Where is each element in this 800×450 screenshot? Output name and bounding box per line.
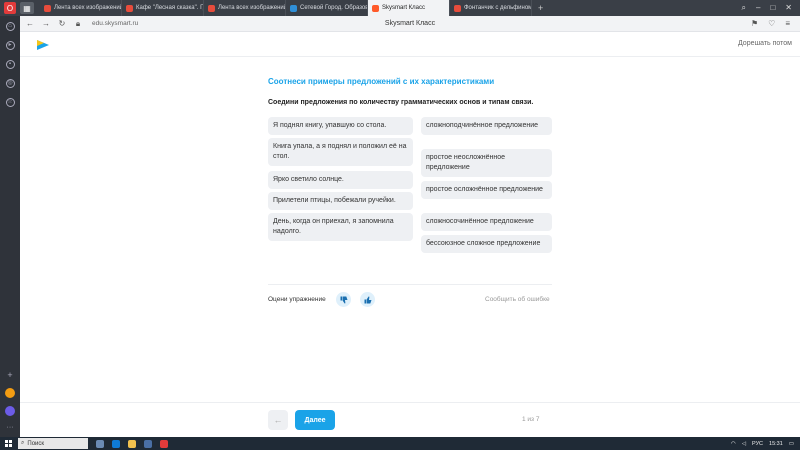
sentence-card[interactable]: День, когда он приехал, я запомнила надо… [268, 213, 413, 241]
vpn-icon[interactable]: ◎ [5, 79, 15, 88]
browser-tab[interactable]: Сетевой Город. Образов [286, 0, 368, 16]
sentence-card[interactable]: Прилетели птицы, побежали ручейки. [268, 192, 413, 210]
sentence-card[interactable]: Я поднял книгу, упавшую со стола. [268, 117, 413, 135]
home-icon[interactable]: ⌂ [5, 22, 15, 31]
system-tray: ◠ ◁ РУС 15:31 ▭ [731, 441, 800, 447]
tab-label: Лента всех изображений [54, 5, 122, 11]
search-placeholder: Поиск [27, 440, 45, 447]
tab-label: Сетевой Город. Образов [300, 5, 368, 11]
tab-favicon-icon [454, 4, 461, 12]
sentence-card[interactable]: Книга упала, а я поднял и положил её на … [268, 138, 413, 166]
tab-label: Фонтанчик с дельфином [464, 5, 532, 11]
store-icon[interactable] [144, 439, 152, 448]
wifi-icon[interactable]: ◠ [731, 441, 736, 447]
thumbs-down-icon [340, 296, 347, 303]
notifications-icon[interactable]: ▭ [789, 441, 794, 447]
edge-icon[interactable] [112, 439, 120, 448]
clock[interactable]: 15:31 [769, 441, 783, 447]
volume-icon[interactable]: ◁ [742, 441, 746, 447]
characteristic-card[interactable]: простое неосложнённое предложение [421, 149, 552, 177]
browser-tab-strip: O ▦ Лента всех изображений Кафе "Лесная с… [0, 0, 800, 16]
task-view-icon[interactable] [96, 439, 104, 448]
footer-divider [20, 402, 800, 403]
browser-sidebar: ⌂ ▸ ▪ ◎ ☆ + ··· [0, 16, 20, 437]
page-counter: 1 из 7 [522, 416, 540, 423]
wallet-icon[interactable]: ▪ [5, 60, 15, 69]
tab-favicon-icon [290, 4, 297, 12]
characteristic-card[interactable]: сложносочинённое предложение [421, 213, 552, 231]
messenger-icon[interactable] [5, 406, 15, 416]
next-button[interactable]: Далее [295, 410, 335, 430]
sentence-card[interactable]: Ярко светило солнце. [268, 171, 413, 189]
thumbs-up-icon [364, 296, 371, 303]
back-arrow-icon[interactable]: ← [24, 19, 36, 28]
star-icon[interactable]: ☆ [5, 98, 15, 107]
search-icon: ⌕ [21, 440, 25, 446]
tab-label: Лента всех изображений [218, 5, 286, 11]
back-button[interactable]: ← [268, 410, 288, 430]
opera-menu-button[interactable]: O [4, 2, 16, 14]
exercise-heading: Соотнеси примеры предложений с их характ… [268, 77, 495, 86]
new-tab-icon[interactable]: + [538, 3, 543, 13]
characteristic-card[interactable]: сложноподчинённое предложение [421, 117, 552, 135]
page-header: Дорешать потом [20, 33, 800, 57]
browser-tab[interactable]: Лента всех изображений [40, 0, 122, 16]
minimize-icon[interactable]: – [756, 3, 760, 13]
finish-later-link[interactable]: Дорешать потом [738, 40, 792, 47]
section-divider [268, 284, 552, 285]
tab-overview-button[interactable]: ▦ [20, 2, 34, 14]
characteristic-card[interactable]: простое осложнённое предложение [421, 181, 552, 199]
forward-arrow-icon[interactable]: → [40, 19, 52, 28]
tab-favicon-icon [208, 4, 215, 12]
exercise-instruction: Соедини предложения по количеству грамма… [268, 99, 534, 106]
address-bar: ← → ↻ 🔒︎ edu.skysmart.ru Skysmart Класс … [20, 16, 800, 32]
search-tabs-icon[interactable]: ⌕ [742, 3, 746, 13]
lock-icon: 🔒︎ [75, 18, 81, 28]
url-text[interactable]: edu.skysmart.ru [92, 20, 138, 27]
tab-favicon-icon [126, 4, 133, 12]
thumbs-down-button[interactable] [336, 292, 351, 307]
browser-tab[interactable]: Лента всех изображений [204, 0, 286, 16]
browser-tab[interactable]: Фонтанчик с дельфином [450, 0, 532, 16]
browser-tab[interactable]: Кафе "Лесная сказка". Где [122, 0, 204, 16]
heart-icon[interactable]: ♡ [768, 19, 775, 28]
skysmart-logo-icon[interactable] [37, 40, 49, 50]
bookmark-icon[interactable]: ⚑ [751, 19, 758, 28]
tab-favicon-icon [372, 4, 379, 12]
tab-label: Skysmart Класс [382, 5, 426, 11]
rate-label: Оцени упражнение [268, 296, 326, 303]
explorer-icon[interactable] [128, 439, 136, 448]
maximize-icon[interactable]: □ [770, 3, 775, 13]
windows-start-icon[interactable] [5, 440, 12, 447]
language-indicator[interactable]: РУС [752, 441, 763, 447]
tab-favicon-icon [44, 4, 51, 12]
reload-icon[interactable]: ↻ [56, 19, 68, 28]
browser-tab[interactable]: Skysmart Класс [368, 0, 450, 16]
extension-icon[interactable] [5, 388, 15, 398]
report-error-link[interactable]: Сообщить об ошибке [485, 296, 550, 303]
taskbar-search[interactable]: ⌕ Поиск [18, 438, 88, 449]
characteristic-card[interactable]: бессоюзное сложное предложение [421, 235, 552, 253]
opera-taskbar-icon[interactable] [160, 439, 168, 448]
more-icon[interactable]: ··· [7, 424, 14, 431]
thumbs-up-button[interactable] [360, 292, 375, 307]
tab-label: Кафе "Лесная сказка". Где [136, 5, 204, 11]
windows-taskbar: ⌕ Поиск ◠ ◁ РУС 15:31 ▭ [0, 437, 800, 450]
add-sidebar-icon[interactable]: + [7, 370, 12, 380]
close-window-icon[interactable]: ✕ [785, 3, 792, 13]
player-icon[interactable]: ▸ [5, 41, 15, 50]
window-controls: ⌕ – □ ✕ [742, 3, 800, 13]
menu-icon[interactable]: ≡ [785, 19, 790, 28]
